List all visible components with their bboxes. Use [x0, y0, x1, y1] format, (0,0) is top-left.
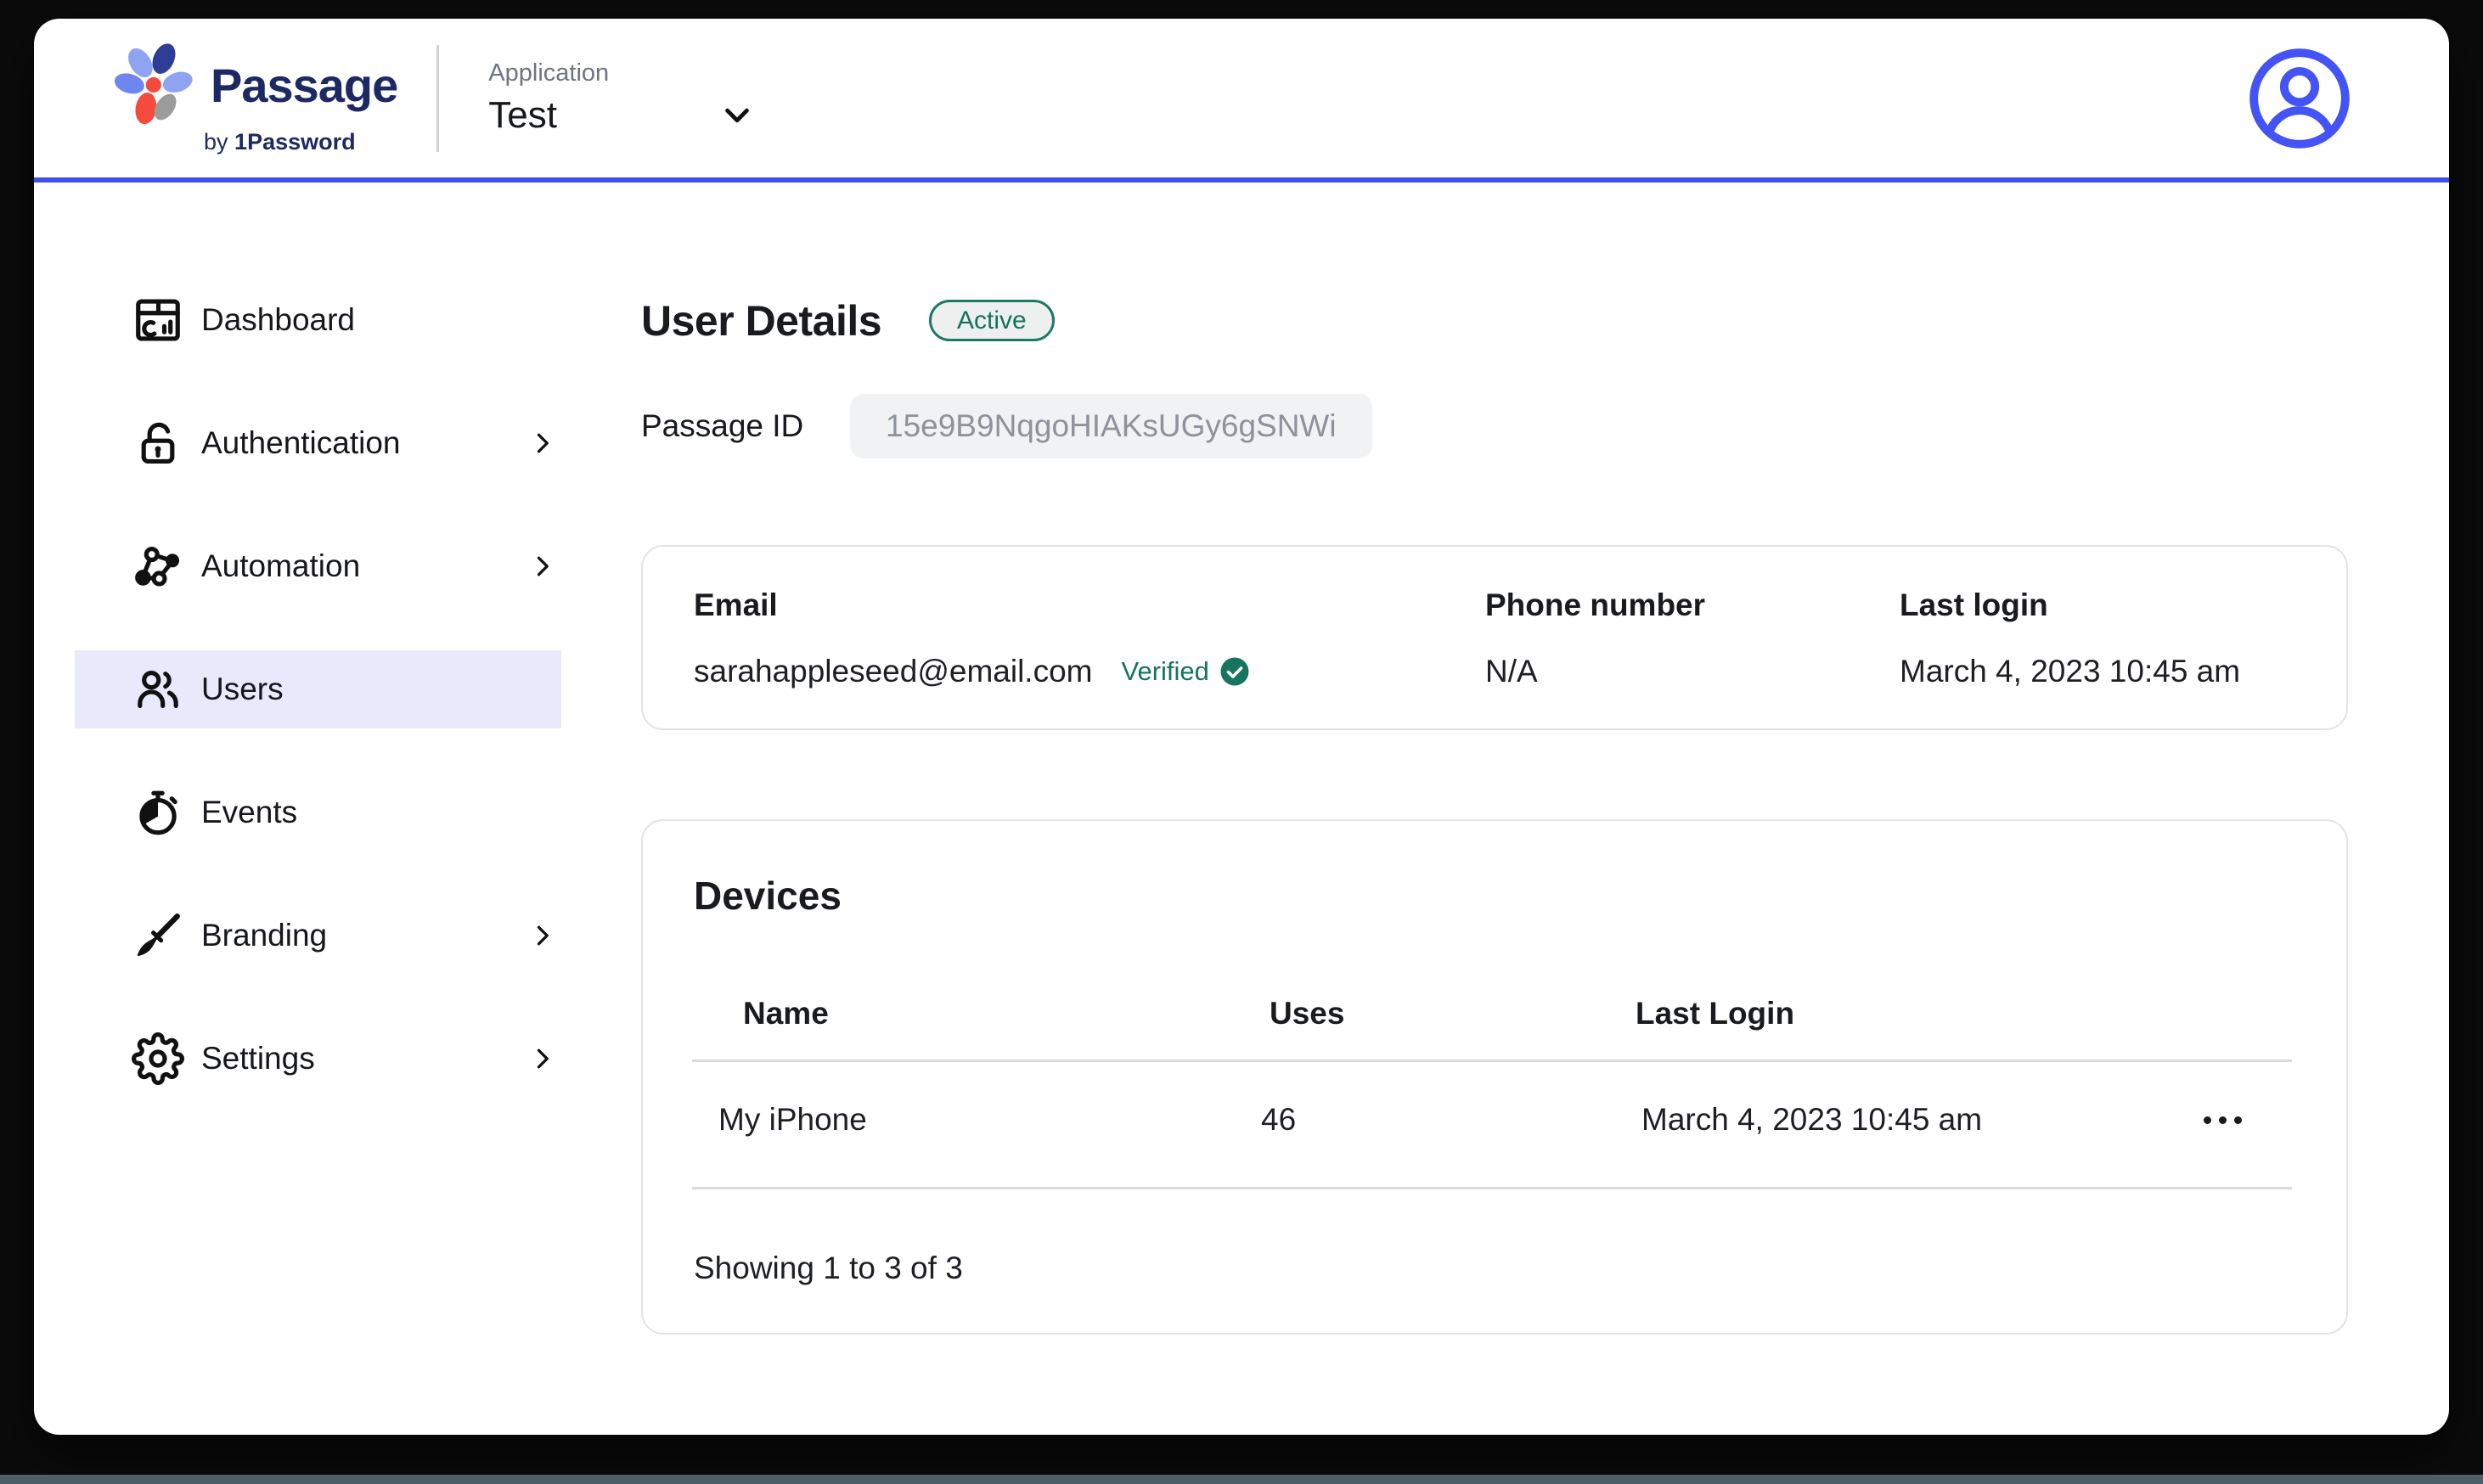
last-login-value: March 4, 2023 10:45 am [1900, 654, 2346, 689]
chevron-right-icon [527, 1043, 558, 1074]
brand-byline: by 1Password [204, 129, 397, 155]
app-window: Passage by 1Password Application Test [34, 19, 2449, 1435]
sidebar-item-users[interactable]: Users [75, 650, 561, 728]
gear-icon [132, 1032, 184, 1085]
sidebar-item-label: Authentication [201, 425, 401, 461]
automation-nodes-icon [132, 540, 184, 593]
user-avatar-icon[interactable] [2245, 44, 2354, 153]
sidebar-item-label: Automation [201, 548, 360, 584]
sidebar-item-branding[interactable]: Branding [75, 897, 561, 975]
device-row-name: My iPhone [718, 1102, 867, 1138]
dashboard-icon [132, 294, 184, 346]
devices-card: Devices Name Uses Last Login My iPhone 4… [641, 819, 2348, 1335]
table-divider [692, 1060, 2292, 1062]
passage-id-value: 15e9B9NqgoHIAKsUGy6gSNWi [850, 394, 1372, 458]
device-row-last-login: March 4, 2023 10:45 am [1641, 1102, 1982, 1138]
application-label: Application [488, 59, 758, 87]
verified-label: Verified [1121, 656, 1208, 687]
phone-value: N/A [1485, 654, 1900, 689]
chevron-right-icon [527, 920, 558, 951]
top-header: Passage by 1Password Application Test [34, 19, 2449, 183]
passage-id-label: Passage ID [641, 408, 850, 444]
sidebar-item-settings[interactable]: Settings [75, 1020, 561, 1098]
column-header-last-login: Last Login [1636, 996, 1794, 1031]
column-header-name: Name [743, 996, 829, 1031]
application-dropdown[interactable]: Application Test [488, 59, 758, 137]
table-divider [692, 1187, 2292, 1189]
ellipsis-menu-icon[interactable] [2204, 1116, 2242, 1124]
sidebar-item-label: Users [201, 672, 284, 707]
last-login-label: Last login [1900, 587, 2346, 623]
paintbrush-icon [132, 909, 184, 962]
sidebar-item-label: Events [201, 795, 297, 830]
verified-badge: Verified [1121, 656, 1249, 687]
users-icon [132, 663, 184, 716]
brand-name: Passage [211, 58, 397, 113]
devices-title: Devices [694, 873, 842, 919]
stopwatch-icon [132, 786, 184, 839]
application-selected-value: Test [488, 94, 557, 137]
sidebar-nav: Dashboard Authentication [34, 188, 595, 1143]
chevron-right-icon [527, 428, 558, 458]
sidebar-item-dashboard[interactable]: Dashboard [75, 281, 561, 359]
phone-label: Phone number [1485, 587, 1900, 623]
unlock-icon [132, 417, 184, 469]
page-title: User Details [641, 296, 881, 346]
pagination-summary: Showing 1 to 3 of 3 [694, 1251, 963, 1286]
column-header-uses: Uses [1270, 996, 1344, 1031]
header-divider [436, 45, 439, 152]
passage-flower-icon [109, 41, 197, 129]
email-label: Email [694, 587, 1485, 623]
status-badge: Active [929, 300, 1055, 341]
email-value: sarahappleseed@email.com [694, 654, 1092, 689]
passage-logo[interactable]: Passage by 1Password [109, 41, 397, 155]
sidebar-item-events[interactable]: Events [75, 773, 561, 852]
sidebar-item-label: Settings [201, 1041, 315, 1076]
sidebar-item-label: Branding [201, 918, 327, 953]
chevron-right-icon [527, 551, 558, 582]
profile-card: Email Phone number Last login sarahapple… [641, 545, 2348, 730]
background-bottom-strip [0, 1475, 2483, 1484]
sidebar-item-authentication[interactable]: Authentication [75, 404, 561, 482]
sidebar-item-label: Dashboard [201, 302, 355, 338]
chevron-down-icon [716, 94, 758, 137]
sidebar-item-automation[interactable]: Automation [75, 527, 561, 605]
device-row-uses: 46 [1261, 1102, 1296, 1138]
verified-check-icon [1219, 656, 1250, 687]
